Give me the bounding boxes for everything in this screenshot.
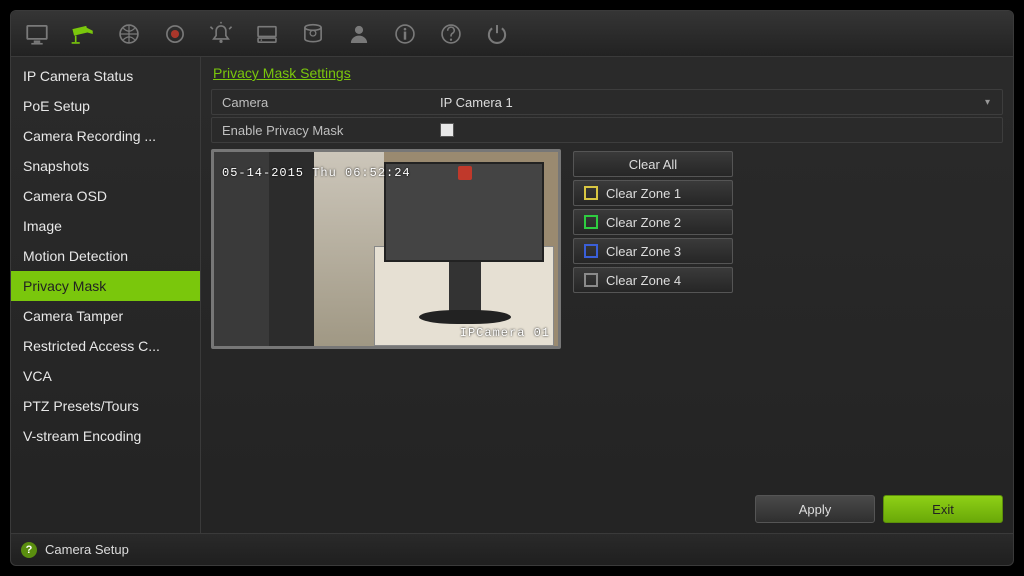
top-toolbar <box>11 11 1013 57</box>
sidebar-item-poe-setup[interactable]: PoE Setup <box>11 91 200 121</box>
clear-zone-4-button[interactable]: Clear Zone 4 <box>573 267 733 293</box>
clear-zone-2-button[interactable]: Clear Zone 2 <box>573 209 733 235</box>
clear-zone-3-button[interactable]: Clear Zone 3 <box>573 238 733 264</box>
sidebar-item-image[interactable]: Image <box>11 211 200 241</box>
sidebar-item-camera-tamper[interactable]: Camera Tamper <box>11 301 200 331</box>
live-view-icon[interactable] <box>19 16 55 52</box>
enable-row: Enable Privacy Mask <box>211 117 1003 143</box>
apply-button[interactable]: Apply <box>755 495 875 523</box>
sidebar-item-privacy-mask[interactable]: Privacy Mask <box>11 271 200 301</box>
bottom-bar: ? Camera Setup <box>11 533 1013 565</box>
zone-4-swatch <box>584 273 598 287</box>
power-icon[interactable] <box>479 16 515 52</box>
zone-2-swatch <box>584 215 598 229</box>
sidebar-item-ip-camera-status[interactable]: IP Camera Status <box>11 61 200 91</box>
sidebar-item-ptz-presets-tours[interactable]: PTZ Presets/Tours <box>11 391 200 421</box>
enable-privacy-mask-checkbox[interactable] <box>440 123 454 137</box>
sidebar-item-camera-osd[interactable]: Camera OSD <box>11 181 200 211</box>
help-badge-icon[interactable]: ? <box>21 542 37 558</box>
exit-button[interactable]: Exit <box>883 495 1003 523</box>
sidebar-item-restricted-access[interactable]: Restricted Access C... <box>11 331 200 361</box>
help-icon[interactable] <box>433 16 469 52</box>
sidebar-nav: IP Camera Status PoE Setup Camera Record… <box>11 57 201 533</box>
clear-all-button[interactable]: Clear All <box>573 151 733 177</box>
zone-3-swatch <box>584 244 598 258</box>
breadcrumb: Camera Setup <box>45 542 129 557</box>
sidebar-item-vstream-encoding[interactable]: V-stream Encoding <box>11 421 200 451</box>
camera-dropdown-value: IP Camera 1 <box>440 95 513 110</box>
alarm-icon[interactable] <box>203 16 239 52</box>
recording-indicator-icon <box>458 166 472 180</box>
footer-buttons: Apply Exit <box>211 485 1003 523</box>
storage-icon[interactable] <box>295 16 331 52</box>
camera-dropdown[interactable]: IP Camera 1 ▾ <box>432 90 1002 114</box>
camera-preview-canvas[interactable]: 05-14-2015 Thu 06:52:24 IPCamera 01 <box>211 149 561 349</box>
main-panel: Privacy Mask Settings Camera IP Camera 1… <box>201 57 1013 533</box>
chevron-down-icon: ▾ <box>985 97 990 108</box>
camera-row: Camera IP Camera 1 ▾ <box>211 89 1003 115</box>
sidebar-item-camera-recording[interactable]: Camera Recording ... <box>11 121 200 151</box>
sidebar-item-vca[interactable]: VCA <box>11 361 200 391</box>
device-icon[interactable] <box>249 16 285 52</box>
enable-label: Enable Privacy Mask <box>212 123 432 138</box>
clear-zone-1-button[interactable]: Clear Zone 1 <box>573 180 733 206</box>
preview-timestamp: 05-14-2015 Thu 06:52:24 <box>222 166 411 180</box>
sidebar-item-motion-detection[interactable]: Motion Detection <box>11 241 200 271</box>
record-icon[interactable] <box>157 16 193 52</box>
zone-1-swatch <box>584 186 598 200</box>
user-icon[interactable] <box>341 16 377 52</box>
camera-label: Camera <box>212 95 432 110</box>
network-icon[interactable] <box>111 16 147 52</box>
camera-icon[interactable] <box>65 16 101 52</box>
preview-camera-tag: IPCamera 01 <box>460 326 550 340</box>
info-icon[interactable] <box>387 16 423 52</box>
zone-button-column: Clear All Clear Zone 1 Clear Zone 2 Clea… <box>573 149 733 349</box>
sidebar-item-snapshots[interactable]: Snapshots <box>11 151 200 181</box>
panel-title: Privacy Mask Settings <box>213 65 1003 81</box>
